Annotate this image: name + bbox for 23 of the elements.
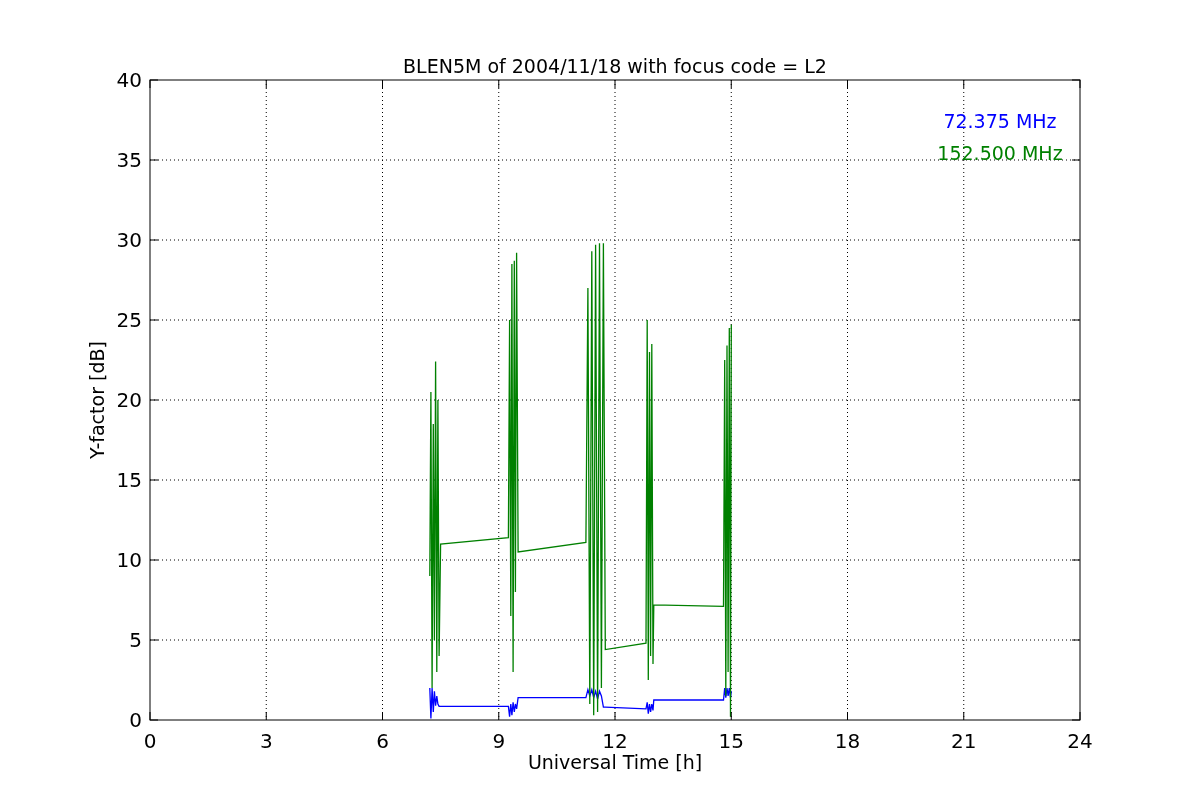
tick-label: 24 (1067, 729, 1093, 753)
tick-label: 12 (602, 729, 628, 753)
tick-label: 20 (116, 388, 142, 412)
tick-label: 30 (116, 228, 142, 252)
tick-label: 21 (951, 729, 977, 753)
legend-label: 72.375 MHz (943, 110, 1057, 132)
tick-label: 9 (492, 729, 506, 753)
chart-title: BLEN5M of 2004/11/18 with focus code = L2 (403, 55, 827, 77)
y-axis-label: Y-factor [dB] (86, 341, 108, 459)
x-axis-label: Universal Time [h] (527, 751, 703, 773)
tick-label: 15 (116, 468, 142, 492)
tick-label: 10 (116, 548, 142, 572)
tick-label: 15 (718, 729, 744, 753)
tick-label: 40 (116, 68, 142, 92)
tick-label: 5 (129, 628, 142, 652)
tick-label: 6 (376, 729, 389, 753)
tick-label: 3 (259, 729, 273, 753)
tick-label: 18 (834, 729, 861, 753)
tick-label: 35 (116, 148, 142, 172)
legend-label: 152.500 MHz (937, 142, 1063, 164)
tick-label: 25 (116, 308, 142, 332)
tick-label: 0 (143, 729, 157, 753)
tick-label: 0 (129, 708, 142, 732)
